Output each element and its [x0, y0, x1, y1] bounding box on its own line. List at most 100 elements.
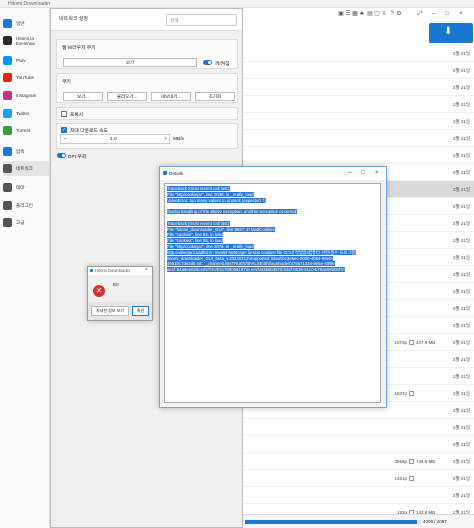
- cookie-group-title: 쿠키: [62, 80, 71, 85]
- cart-icon[interactable]: ♣: [359, 11, 365, 17]
- download-row[interactable]: 2월 21일: [243, 419, 474, 436]
- advanced-icon: [3, 218, 12, 227]
- settings-titlebar: 네트워크 설정 검색: [51, 9, 242, 31]
- settings-search-input[interactable]: 검색: [166, 14, 237, 26]
- maximize-icon[interactable]: □: [361, 170, 365, 176]
- sidebar-item-label: 플러그인: [16, 203, 33, 208]
- list-icon[interactable]: ☰: [345, 11, 351, 17]
- main-toolbar: ▣ ☰ ▦ ♣ ▤ ▢ ≡? ⚙ ⤢ – □ ×: [243, 8, 474, 22]
- proxy-checkbox[interactable]: [61, 111, 67, 117]
- minimize-icon[interactable]: –: [348, 170, 351, 176]
- browser-cookie-toggle-label: 꺼/켜짐: [215, 62, 230, 67]
- details-traceback-text[interactable]: Traceback (most recent call last): File …: [164, 183, 381, 403]
- maximize-icon[interactable]: □: [444, 11, 450, 17]
- speed-plus-button[interactable]: +: [164, 137, 167, 142]
- window-icon[interactable]: ▢: [374, 11, 380, 17]
- speed-minus-button[interactable]: −: [64, 137, 67, 142]
- torrent-icon: [3, 126, 12, 135]
- download-row[interactable]: 2월 21일: [243, 79, 474, 96]
- cookie-reset-button[interactable]: 초기화: [195, 92, 235, 101]
- sidebar-item-9[interactable]: 테마: [3, 180, 49, 195]
- ok-button[interactable]: 확인: [132, 306, 149, 316]
- sidebar-item-label: 압축: [16, 149, 25, 154]
- download-row[interactable]: 2월 21일: [243, 62, 474, 79]
- cookie-view-button[interactable]: 보기...: [63, 92, 103, 101]
- download-row[interactable]: 1461p 2월 21일: [243, 470, 474, 487]
- sidebar-item-label: Pixiv: [16, 58, 26, 63]
- sidebar-item-label: Torrent: [16, 128, 31, 133]
- speed-limit-spinbox[interactable]: − 1.0 +: [60, 134, 170, 144]
- sidebar-item-5[interactable]: Twitter: [3, 106, 49, 121]
- fullscreen-icon[interactable]: ⤢: [417, 11, 423, 17]
- sidebar-item-0[interactable]: 일반: [3, 16, 49, 31]
- row-date: 2월 21일: [453, 391, 471, 396]
- row-pages: 1461p: [394, 476, 407, 481]
- youtube-icon: [3, 73, 12, 82]
- row-date: 2월 21일: [453, 170, 471, 175]
- row-date: 2월 21일: [453, 187, 471, 192]
- sidebar-item-1[interactable]: Hitomi.la ExHentai: [3, 33, 49, 48]
- speed-limit-checkbox[interactable]: ✓: [61, 127, 67, 133]
- error-dialog-title: Hitomi Downloader: [95, 268, 131, 273]
- row-date: 2월 21일: [453, 136, 471, 141]
- details-title: Details: [169, 171, 184, 176]
- help-icon[interactable]: ?: [389, 11, 395, 17]
- row-date: 2월 21일: [453, 153, 471, 158]
- row-date: 2월 21일: [453, 476, 471, 481]
- sidebar-item-11[interactable]: 고급: [3, 215, 49, 230]
- status-count: 4008 / 4087: [423, 519, 447, 524]
- show-details-button[interactable]: 자세한 정보 보기: [91, 306, 129, 316]
- table-icon[interactable]: ▤: [367, 11, 373, 17]
- browser-cookie-toggle[interactable]: [203, 60, 212, 65]
- speed-unit: MB/s: [173, 137, 184, 142]
- sidebar-item-4[interactable]: Instagram: [3, 88, 49, 103]
- page-icon: [409, 459, 414, 464]
- download-row[interactable]: 2월 21일: [243, 436, 474, 453]
- error-message: Err: [113, 282, 119, 287]
- settings-sidebar: 일반 Hitomi.la ExHentai Pixiv YouTube Instagra…: [0, 8, 50, 528]
- download-row[interactable]: 3555p 746.8 MB 2월 21일: [243, 453, 474, 470]
- error-dialog: Hitomi Downloader × ✕ Err 자세한 정보 보기 확인: [87, 266, 153, 321]
- row-date: 2월 21일: [453, 272, 471, 277]
- sidebar-item-10[interactable]: 플러그인: [3, 198, 49, 213]
- sidebar-item-label: 테마: [16, 185, 25, 190]
- sidebar-item-7[interactable]: 압축: [3, 144, 49, 159]
- download-row[interactable]: 2월 21일: [243, 487, 474, 504]
- menu-icon[interactable]: ≡: [381, 11, 387, 17]
- settings-title: 네트워크 설정: [59, 16, 88, 22]
- home-icon: [3, 19, 12, 28]
- download-icon: ⬇: [444, 26, 453, 37]
- overall-progress-bar: [245, 520, 421, 524]
- minimize-icon[interactable]: –: [431, 11, 437, 17]
- close-icon[interactable]: ×: [145, 267, 148, 273]
- download-row[interactable]: 2월 21일: [243, 96, 474, 113]
- sidebar-item-3[interactable]: YouTube: [3, 70, 49, 85]
- palette-icon: [3, 183, 12, 192]
- close-icon[interactable]: ×: [375, 170, 379, 176]
- gear-icon[interactable]: ⚙: [396, 11, 402, 17]
- cookie-export-button[interactable]: 내보내기...: [151, 92, 191, 101]
- speed-limit-label: 최대 다운로드 속도: [70, 129, 108, 134]
- row-date: 2월 21일: [453, 459, 471, 464]
- close-icon[interactable]: ×: [458, 11, 464, 17]
- download-row[interactable]: 2월 21일: [243, 113, 474, 130]
- cookie-import-button[interactable]: 불러오기...: [107, 92, 147, 101]
- dpi-bypass-toggle[interactable]: [57, 153, 66, 158]
- browser-cookie-view-button[interactable]: 보기: [63, 58, 197, 67]
- row-date: 2월 21일: [453, 221, 471, 226]
- sidebar-item-2[interactable]: Pixiv: [3, 53, 49, 68]
- download-row[interactable]: 2월 21일: [243, 45, 474, 62]
- sidebar-item-8[interactable]: 네트워크: [3, 161, 49, 176]
- sidebar-item-label: 고급: [16, 220, 25, 225]
- row-pages: 1870p: [394, 340, 407, 345]
- row-date: 2월 21일: [453, 102, 471, 107]
- sidebar-item-6[interactable]: Torrent: [3, 123, 49, 138]
- download-row[interactable]: 2월 21일: [243, 130, 474, 147]
- download-row[interactable]: 2월 21일: [243, 147, 474, 164]
- app-icon: [163, 171, 167, 175]
- grid-icon[interactable]: ▦: [352, 11, 358, 17]
- sidebar-item-label: Instagram: [16, 93, 37, 98]
- download-button[interactable]: ⬇: [429, 23, 473, 43]
- save-icon[interactable]: ▣: [338, 11, 344, 17]
- status-bar: 4008 / 4087: [243, 514, 474, 528]
